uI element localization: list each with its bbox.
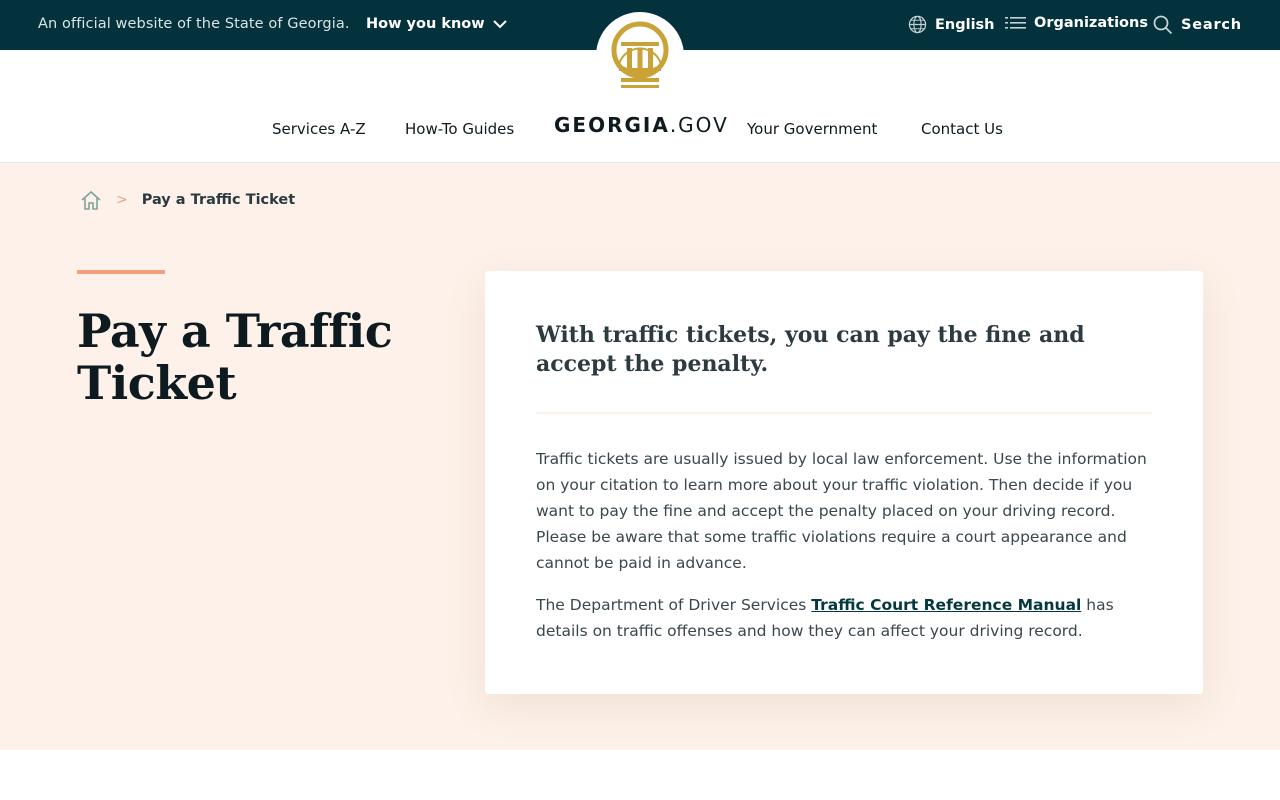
- nav-contact-us[interactable]: Contact Us: [921, 120, 1003, 138]
- page-title: Pay a Traffic Ticket: [77, 304, 393, 410]
- search-label: Search: [1181, 17, 1242, 33]
- nav-your-government[interactable]: Your Government: [747, 120, 877, 138]
- list-icon: [1005, 17, 1026, 29]
- brand-rest: .GOV: [669, 113, 729, 137]
- traffic-court-manual-link[interactable]: Traffic Court Reference Manual: [811, 596, 1081, 614]
- state-seal-link[interactable]: [596, 12, 684, 100]
- nav-services-az[interactable]: Services A-Z: [272, 120, 366, 138]
- state-seal-icon: [611, 21, 669, 88]
- breadcrumb-current: Pay a Traffic Ticket: [141, 192, 296, 208]
- official-site-notice: An official website of the State of Geor…: [38, 16, 350, 32]
- language-label: English: [935, 16, 995, 33]
- brand-bold: GEORGIA: [554, 113, 670, 137]
- globe-icon: [908, 15, 927, 34]
- how-you-know-toggle[interactable]: How you know: [366, 16, 507, 32]
- organizations-link[interactable]: Organizations: [1005, 15, 1148, 31]
- breadcrumb: > Pay a Traffic Ticket: [80, 189, 295, 211]
- main-header: Services A-Z How-To Guides GEORGIA.GOV Y…: [0, 12, 1280, 163]
- nav-how-to-guides[interactable]: How-To Guides: [405, 120, 514, 138]
- chevron-down-icon: [492, 20, 507, 29]
- card-divider: [536, 412, 1152, 414]
- breadcrumb-separator: >: [116, 192, 128, 208]
- language-selector[interactable]: English: [908, 15, 995, 34]
- card-lead: With traffic tickets, you can pay the fi…: [536, 322, 1085, 377]
- card-paragraph-2: The Department of Driver Services Traffi…: [536, 592, 1152, 644]
- search-button[interactable]: Search: [1153, 15, 1242, 35]
- organizations-label: Organizations: [1034, 15, 1148, 31]
- p2-text-before: The Department of Driver Services: [536, 596, 812, 614]
- hero-section: > Pay a Traffic Ticket Pay a Traffic Tic…: [0, 163, 1280, 750]
- summary-card: With traffic tickets, you can pay the fi…: [485, 271, 1203, 694]
- card-paragraph-1: Traffic tickets are usually issued by lo…: [536, 450, 1147, 572]
- how-you-know-label: How you know: [366, 16, 485, 32]
- home-icon[interactable]: [80, 189, 102, 211]
- georgia-gov-logo[interactable]: GEORGIA.GOV: [554, 113, 729, 137]
- title-accent-bar: [77, 270, 165, 274]
- search-icon: [1153, 15, 1173, 35]
